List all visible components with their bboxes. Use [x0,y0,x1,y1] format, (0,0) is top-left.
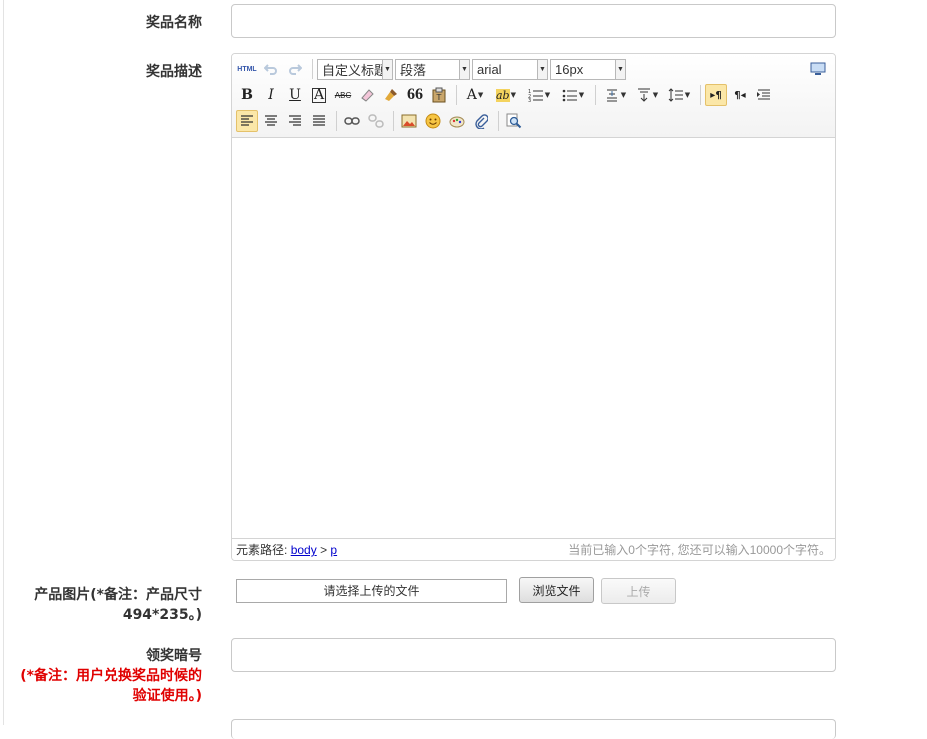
element-path: 元素路径: body > p [236,541,337,558]
redo-icon[interactable] [284,58,306,80]
line-height-icon[interactable]: ▼ [664,84,694,106]
rich-text-editor: HTML 自定义标题 ▼ 段落 ▼ arial ▼ 16px ▼ B I U A… [231,53,836,561]
chevron-down-icon: ▼ [477,91,484,99]
insert-image-icon[interactable] [398,110,420,132]
fullscreen-icon[interactable] [807,58,829,80]
element-path-label: 元素路径: [236,543,288,557]
italic-button[interactable]: I [260,84,282,106]
paragraph-select[interactable]: 段落 ▼ [395,58,470,80]
search-replace-icon[interactable] [503,110,525,132]
blockquote-button[interactable]: 66 [404,84,426,106]
strikethrough-button[interactable]: ABC [332,84,354,106]
toolbar-separator [336,111,337,131]
page-left-border [3,0,4,725]
chevron-down-icon: ▼ [544,91,551,99]
eraser-icon[interactable] [356,84,378,106]
code-label-block: 领奖暗号 (*备注：用户兑换奖品时候的 验证使用。) [10,646,202,706]
editor-content-area[interactable] [232,138,835,538]
toolbar-separator [456,85,457,105]
path-body-link[interactable]: body [291,543,317,557]
font-border-button[interactable]: A [308,84,330,106]
custom-title-select-label: 自定义标题 [322,62,388,78]
indent-icon[interactable] [753,84,775,106]
chevron-down-icon: ▼ [620,91,627,99]
undo-icon[interactable] [260,58,282,80]
product-image-label-line1: 产品图片(*备注：产品尺寸 [34,587,202,603]
prize-desc-label: 奖品描述 [146,64,202,80]
browse-file-button[interactable]: 浏览文件 [519,577,594,603]
toolbar-separator [700,85,701,105]
unlink-icon[interactable] [365,110,387,132]
font-family-select-label: arial [477,61,502,77]
backcolor-button[interactable]: ab ▼ [491,84,521,106]
row-spacing-top-icon[interactable]: ▼ [600,84,630,106]
scrawl-icon[interactable] [446,110,468,132]
product-image-label: 产品图片(*备注：产品尺寸 494*235。) [14,585,202,625]
chevron-down-icon: ▼ [652,91,659,99]
chevron-down-icon: ▼ [578,91,585,99]
chevron-down-icon: ▼ [684,91,691,99]
emotion-icon[interactable] [422,110,444,132]
align-left-icon[interactable] [236,110,258,132]
row-spacing-bottom-icon[interactable]: ▼ [632,84,662,106]
backcolor-label: ab [496,88,510,102]
paragraph-select-label: 段落 [400,62,427,78]
forecolor-label: A [466,87,477,103]
font-size-select-label: 16px [555,61,584,77]
unordered-list-icon[interactable]: ▼ [557,84,589,106]
path-p-link[interactable]: p [330,543,337,557]
chevron-down-icon: ▼ [459,59,469,79]
upload-button[interactable]: 上传 [601,578,676,604]
font-border-label: A [311,86,327,103]
font-size-select[interactable]: 16px ▼ [550,58,626,80]
code-note-line2: 验证使用。) [132,688,202,704]
chevron-down-icon: ▼ [382,59,392,79]
direction-rtl-button[interactable]: ¶◂ [729,84,751,106]
paste-plain-icon[interactable]: T [428,84,450,106]
align-right-icon[interactable] [284,110,306,132]
prize-name-label: 奖品名称 [146,15,202,31]
underline-button[interactable]: U [284,84,306,106]
align-center-icon[interactable] [260,110,282,132]
attachment-icon[interactable] [470,110,492,132]
toolbar-separator [393,111,394,131]
svg-text:T: T [436,93,442,102]
code-label: 领奖暗号 [146,648,202,664]
ordered-list-icon[interactable]: 123 ▼ [523,84,555,106]
file-name-box[interactable]: 请选择上传的文件 [236,579,507,603]
chevron-down-icon: ▼ [510,91,516,99]
chevron-down-icon: ▼ [537,59,547,79]
custom-title-select[interactable]: 自定义标题 ▼ [317,58,393,80]
path-separator: > [320,543,328,557]
toolbar-separator [595,85,596,105]
link-icon[interactable] [341,110,363,132]
html-source-button[interactable]: HTML [236,58,258,80]
toolbar-separator [498,111,499,131]
product-image-label-line2: 494*235。) [122,607,202,623]
toolbar-separator [312,59,313,79]
font-family-select[interactable]: arial ▼ [472,58,548,80]
svg-text:3: 3 [528,98,531,102]
editor-statusbar: 元素路径: body > p 当前已输入0个字符, 您还可以输入10000个字符… [232,538,835,560]
forecolor-button[interactable]: A ▼ [461,84,489,106]
prize-name-input[interactable] [231,4,836,38]
code-note-line1: (*备注：用户兑换奖品时候的 [20,668,202,684]
word-count: 当前已输入0个字符, 您还可以输入10000个字符。 [568,543,831,557]
align-justify-icon[interactable] [308,110,330,132]
chevron-down-icon: ▼ [615,59,625,79]
direction-ltr-button[interactable]: ▸¶ [705,84,727,106]
next-field-input[interactable] [231,719,836,739]
format-brush-icon[interactable] [380,84,402,106]
editor-toolbar: HTML 自定义标题 ▼ 段落 ▼ arial ▼ 16px ▼ B I U A… [232,54,835,138]
code-input[interactable] [231,638,836,672]
bold-button[interactable]: B [236,84,258,106]
